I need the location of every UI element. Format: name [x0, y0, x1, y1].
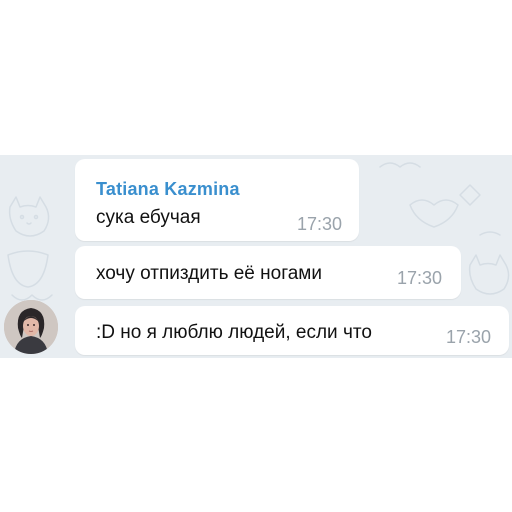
- screenshot-canvas: Tatiana Kazmina сука ебучая 17:30 хочу о…: [0, 0, 512, 512]
- sender-name[interactable]: Tatiana Kazmina: [96, 179, 240, 200]
- message-bubble[interactable]: хочу отпиздить её ногами 17:30: [75, 246, 461, 299]
- message-timestamp: 17:30: [396, 268, 442, 288]
- message-text: хочу отпиздить её ногами: [96, 263, 322, 284]
- message-text: :D но я люблю людей, если что: [96, 322, 372, 343]
- chat-area: Tatiana Kazmina сука ебучая 17:30 хочу о…: [0, 155, 512, 358]
- avatar-photo-icon: [4, 300, 58, 354]
- user-avatar[interactable]: [4, 300, 58, 354]
- message-text: сука ебучая: [96, 207, 201, 228]
- message-bubble[interactable]: :D но я люблю людей, если что 17:30: [75, 306, 509, 355]
- message-timestamp: 17:30: [445, 327, 491, 347]
- message-timestamp: 17:30: [296, 214, 342, 234]
- message-bubble[interactable]: Tatiana Kazmina сука ебучая 17:30: [75, 159, 359, 241]
